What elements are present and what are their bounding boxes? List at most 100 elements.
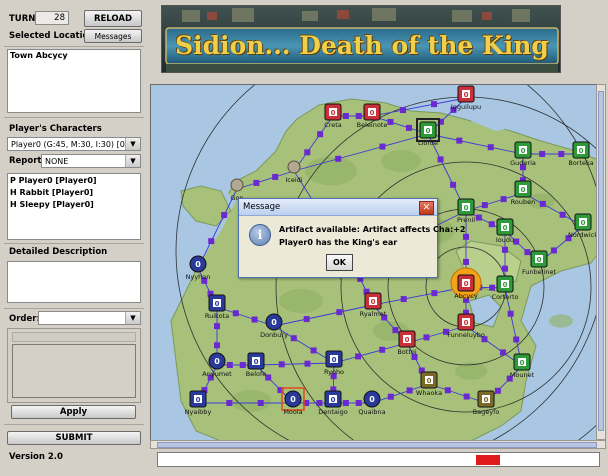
chevron-down-icon[interactable]: ▼ xyxy=(125,155,140,167)
road-node[interactable] xyxy=(316,400,323,406)
character-select[interactable]: Player0 (G:45, M:30, I:30) [0] ▼ xyxy=(7,137,141,151)
town-bottoi[interactable]: 0 Bottoi xyxy=(397,330,417,356)
dialog-title-bar[interactable]: Message ✕ xyxy=(239,199,437,216)
submit-button[interactable]: SUBMIT xyxy=(7,431,141,445)
road-node[interactable] xyxy=(500,196,507,203)
road-node[interactable] xyxy=(539,200,546,207)
road-node[interactable] xyxy=(437,156,444,163)
road-node[interactable] xyxy=(507,310,514,317)
town-marker-number: 0 xyxy=(331,396,336,404)
road-node[interactable] xyxy=(226,400,233,406)
reload-button[interactable]: RELOAD xyxy=(84,10,142,27)
list-item[interactable]: H Rabbit [Player0] xyxy=(10,187,138,199)
chevron-down-icon[interactable]: ▼ xyxy=(125,312,140,324)
turn-value-field: 28 xyxy=(35,11,69,25)
map-horizontal-scrollbar[interactable] xyxy=(150,440,606,449)
road-node[interactable] xyxy=(481,202,488,209)
road-node[interactable] xyxy=(239,362,246,368)
close-icon[interactable]: ✕ xyxy=(419,201,434,215)
road-node[interactable] xyxy=(251,316,258,323)
road-node[interactable] xyxy=(303,316,310,323)
road-node[interactable] xyxy=(463,258,469,265)
road-node[interactable] xyxy=(400,296,407,303)
order-select[interactable]: ▼ xyxy=(38,311,141,325)
town-abcycy[interactable]: 0 Abcycy xyxy=(450,267,482,300)
town-label: Beleinote xyxy=(357,121,388,129)
road-node[interactable] xyxy=(387,393,394,400)
road-node[interactable] xyxy=(487,144,494,151)
road-node[interactable] xyxy=(226,362,233,368)
road-node[interactable] xyxy=(232,310,239,317)
road-node[interactable] xyxy=(539,151,546,157)
road-node[interactable] xyxy=(317,131,324,138)
road-node[interactable] xyxy=(221,212,228,219)
road-node[interactable] xyxy=(502,246,508,253)
road-node[interactable] xyxy=(355,113,362,119)
road-node[interactable] xyxy=(257,400,264,406)
road-node[interactable] xyxy=(335,155,342,162)
road-node[interactable] xyxy=(392,327,399,334)
road-node[interactable] xyxy=(494,387,501,394)
road-node[interactable] xyxy=(463,233,469,240)
town-marker-number: 0 xyxy=(503,224,508,232)
road-node[interactable] xyxy=(406,387,413,394)
road-node[interactable] xyxy=(342,113,349,119)
road-node[interactable] xyxy=(290,335,297,342)
town-label: Ruikota xyxy=(205,312,229,320)
road-node[interactable] xyxy=(379,346,386,353)
report-select[interactable]: NONE ▼ xyxy=(41,154,141,168)
list-item[interactable]: P Player0 [Player0] xyxy=(10,175,138,187)
apply-button[interactable]: Apply xyxy=(11,405,136,419)
road-node[interactable] xyxy=(513,336,520,343)
road-node[interactable] xyxy=(278,361,285,368)
road-node[interactable] xyxy=(336,309,343,316)
road-node[interactable] xyxy=(379,143,386,150)
road-node[interactable] xyxy=(355,353,362,360)
road-node[interactable] xyxy=(355,400,362,406)
road-node[interactable] xyxy=(463,393,470,400)
road-node[interactable] xyxy=(387,118,394,125)
road-node[interactable] xyxy=(431,290,438,297)
messages-button[interactable]: Messages xyxy=(84,29,142,43)
road-node[interactable] xyxy=(450,181,457,188)
road-node[interactable] xyxy=(489,284,496,291)
road-node[interactable] xyxy=(475,214,482,221)
road-node[interactable] xyxy=(456,137,463,144)
list-item[interactable]: H Sleepy [Player0] xyxy=(10,199,138,211)
scroll-thumb[interactable] xyxy=(157,442,597,448)
road-node[interactable] xyxy=(253,179,260,186)
road-node[interactable] xyxy=(444,387,451,394)
ok-button[interactable]: OK xyxy=(326,254,353,271)
road-node[interactable] xyxy=(558,151,565,157)
town-marker[interactable] xyxy=(230,178,244,192)
chevron-down-icon[interactable]: ▼ xyxy=(125,138,140,150)
town-prenil[interactable]: 0 Prenil xyxy=(457,198,475,224)
town-marker[interactable] xyxy=(287,160,301,174)
road-node[interactable] xyxy=(400,107,407,114)
scroll-thumb[interactable] xyxy=(598,91,604,431)
town-ioudu[interactable]: 0 Ioudu xyxy=(496,218,514,244)
road-node[interactable] xyxy=(488,221,495,228)
town-liorde[interactable]: 0 Liorde xyxy=(416,118,440,147)
road-node[interactable] xyxy=(502,265,508,272)
town-ryoho[interactable]: 0 Ryoho xyxy=(324,350,344,376)
road-node[interactable] xyxy=(405,124,412,131)
town-creta[interactable]: 0 Creta xyxy=(324,103,342,129)
road-node[interactable] xyxy=(342,400,349,406)
road-node[interactable] xyxy=(423,334,430,341)
road-node[interactable] xyxy=(208,238,215,245)
road-node[interactable] xyxy=(499,349,506,356)
road-node[interactable] xyxy=(214,323,220,330)
town-belofe[interactable]: 0 Belofe xyxy=(246,352,267,378)
road-node[interactable] xyxy=(431,101,438,108)
town-ruikota[interactable]: 0 Ruikota xyxy=(205,294,229,320)
road-node[interactable] xyxy=(524,249,531,256)
road-node[interactable] xyxy=(310,347,317,354)
road-node[interactable] xyxy=(304,149,311,156)
map-vertical-scrollbar[interactable] xyxy=(596,84,606,440)
road-node[interactable] xyxy=(272,173,279,180)
road-node[interactable] xyxy=(214,342,220,349)
road-node[interactable] xyxy=(559,211,566,218)
road-node[interactable] xyxy=(550,247,557,254)
road-node[interactable] xyxy=(304,360,311,367)
